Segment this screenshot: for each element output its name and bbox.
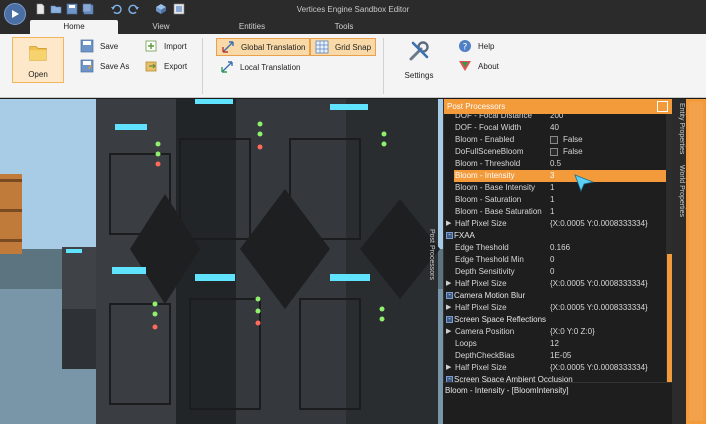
property-row[interactable]: Bloom - Enabled False	[444, 134, 666, 146]
property-row[interactable]: Loops 12	[444, 338, 666, 350]
category-row[interactable]: - Camera Motion Blur	[444, 290, 666, 302]
property-row[interactable]: Edge Theshold 0.166	[444, 242, 666, 254]
mouse-cursor-icon	[574, 174, 594, 192]
local-translation-label: Local Translation	[240, 62, 301, 72]
property-row[interactable]: Bloom - Threshold 0.5	[444, 158, 666, 170]
window-title: Vertices Engine Sandbox Editor	[296, 5, 410, 14]
expand-arrow-icon[interactable]: ▶	[446, 362, 451, 374]
property-row[interactable]: Bloom - Saturation 1	[444, 194, 666, 206]
grid-snap-button[interactable]: Grid Snap	[310, 38, 377, 56]
expand-arrow-icon[interactable]: ▶	[446, 302, 451, 314]
save-as-icon	[80, 59, 94, 73]
property-row[interactable]: DOF - Focal Distance 200	[444, 114, 666, 122]
import-label: Import	[164, 41, 187, 51]
local-translation-button[interactable]: Local Translation	[220, 58, 300, 76]
property-grid: DOF - Focal Distance 200 DOF - Focal Wid…	[444, 114, 666, 396]
collapse-icon[interactable]: -	[446, 316, 453, 323]
property-row[interactable]: ▶ Camera Position {X:0 Y:0 Z:0}	[444, 326, 666, 338]
ribbon-separator-2	[383, 38, 384, 94]
export-button[interactable]: Export	[144, 58, 187, 74]
tab-home[interactable]: Home	[30, 20, 118, 34]
property-row[interactable]: DepthCheckBias 1E-05	[444, 350, 666, 362]
ribbon-tabs: Home View Entities Tools	[0, 20, 706, 34]
about-label: About	[478, 61, 499, 71]
tab-entities[interactable]: Entities	[204, 20, 300, 34]
about-icon	[458, 59, 472, 73]
property-row[interactable]: ▶ Half Pixel Size {X:0.0005 Y:0.00083333…	[444, 218, 666, 230]
side-tab-strip: Entity Properties World Properties	[672, 99, 686, 424]
grid-icon	[315, 40, 329, 54]
scene-render	[0, 99, 443, 424]
expand-arrow-icon[interactable]: ▶	[446, 278, 451, 290]
description-text: Bloom - Intensity - [BloomIntensity]	[445, 386, 569, 395]
save-as-label: Save As	[100, 61, 130, 71]
checkbox[interactable]	[550, 136, 558, 144]
local-move-icon	[220, 60, 234, 74]
play-icon	[12, 10, 19, 18]
export-label: Export	[164, 61, 188, 71]
settings-label: Settings	[404, 71, 434, 80]
app-menu-button[interactable]	[4, 3, 26, 25]
property-row[interactable]: ▶ Half Pixel Size {X:0.0005 Y:0.00083333…	[444, 302, 666, 314]
category-row[interactable]: - FXAA	[444, 230, 666, 242]
help-label: Help	[478, 41, 495, 51]
property-row[interactable]: Depth Sensitivity 0	[444, 266, 666, 278]
tools-icon	[409, 41, 429, 61]
settings-button[interactable]: Settings	[398, 39, 440, 85]
property-row[interactable]: ▶ Half Pixel Size {X:0.0005 Y:0.00083333…	[444, 278, 666, 290]
export-icon	[144, 59, 158, 73]
tab-entity-properties[interactable]: Entity Properties	[673, 103, 685, 154]
global-translation-label: Global Translation	[241, 42, 306, 52]
property-row[interactable]: Edge Theshold Min 0	[444, 254, 666, 266]
grid-snap-label: Grid Snap	[335, 42, 372, 52]
move-arrows-icon	[221, 40, 235, 54]
property-row[interactable]: ▶ Half Pixel Size {X:0.0005 Y:0.00083333…	[444, 362, 666, 374]
global-translation-button[interactable]: Global Translation	[216, 38, 311, 56]
right-dock-strip	[686, 99, 706, 424]
property-row-selected[interactable]: Bloom - Intensity 3	[444, 170, 666, 182]
open-label: Open	[28, 70, 48, 79]
help-button[interactable]: ? Help	[458, 38, 494, 54]
category-row[interactable]: - Screen Space Reflections	[444, 314, 666, 326]
expand-arrow-icon[interactable]: ▶	[446, 326, 451, 338]
ribbon: Open Save Save As Import Export Global T…	[0, 34, 706, 98]
help-icon: ?	[458, 39, 472, 53]
property-row[interactable]: DOF - Focal Width 40	[444, 122, 666, 134]
property-description: Bloom - Intensity - [BloomIntensity]	[443, 382, 672, 424]
disk-icon	[80, 39, 94, 53]
property-row[interactable]: Bloom - Base Intensity 1	[444, 182, 666, 194]
import-icon	[144, 39, 158, 53]
svg-text:?: ?	[463, 43, 468, 53]
tab-world-properties[interactable]: World Properties	[673, 165, 685, 217]
collapse-icon[interactable]: -	[446, 292, 453, 299]
save-as-button[interactable]: Save As	[80, 58, 129, 74]
viewport-side-label[interactable]: Post Processors	[428, 229, 435, 280]
folder-icon	[29, 46, 47, 61]
import-button[interactable]: Import	[144, 38, 187, 54]
right-dock-panel	[689, 102, 703, 421]
checkbox[interactable]	[550, 148, 558, 156]
panel-maximize-button[interactable]	[657, 101, 668, 112]
expand-arrow-icon[interactable]: ▶	[446, 218, 451, 230]
panel-title: Post Processors	[447, 102, 506, 111]
property-row[interactable]: Bloom - Base Saturation 1	[444, 206, 666, 218]
save-button[interactable]: Save	[80, 38, 118, 54]
post-processors-panel: Post Processors DOF - Focal Distance 200…	[443, 99, 673, 396]
tab-tools[interactable]: Tools	[300, 20, 388, 34]
collapse-icon[interactable]: -	[446, 232, 453, 239]
scene-viewport[interactable]: Post Processors	[0, 99, 443, 424]
panel-header: Post Processors	[444, 99, 673, 114]
open-button[interactable]: Open	[12, 37, 64, 83]
about-button[interactable]: About	[458, 58, 499, 74]
ribbon-separator	[202, 38, 203, 94]
tab-view[interactable]: View	[118, 20, 204, 34]
title-bar: Vertices Engine Sandbox Editor	[0, 0, 706, 25]
property-row[interactable]: DoFullSceneBloom False	[444, 146, 666, 158]
save-label: Save	[100, 41, 119, 51]
